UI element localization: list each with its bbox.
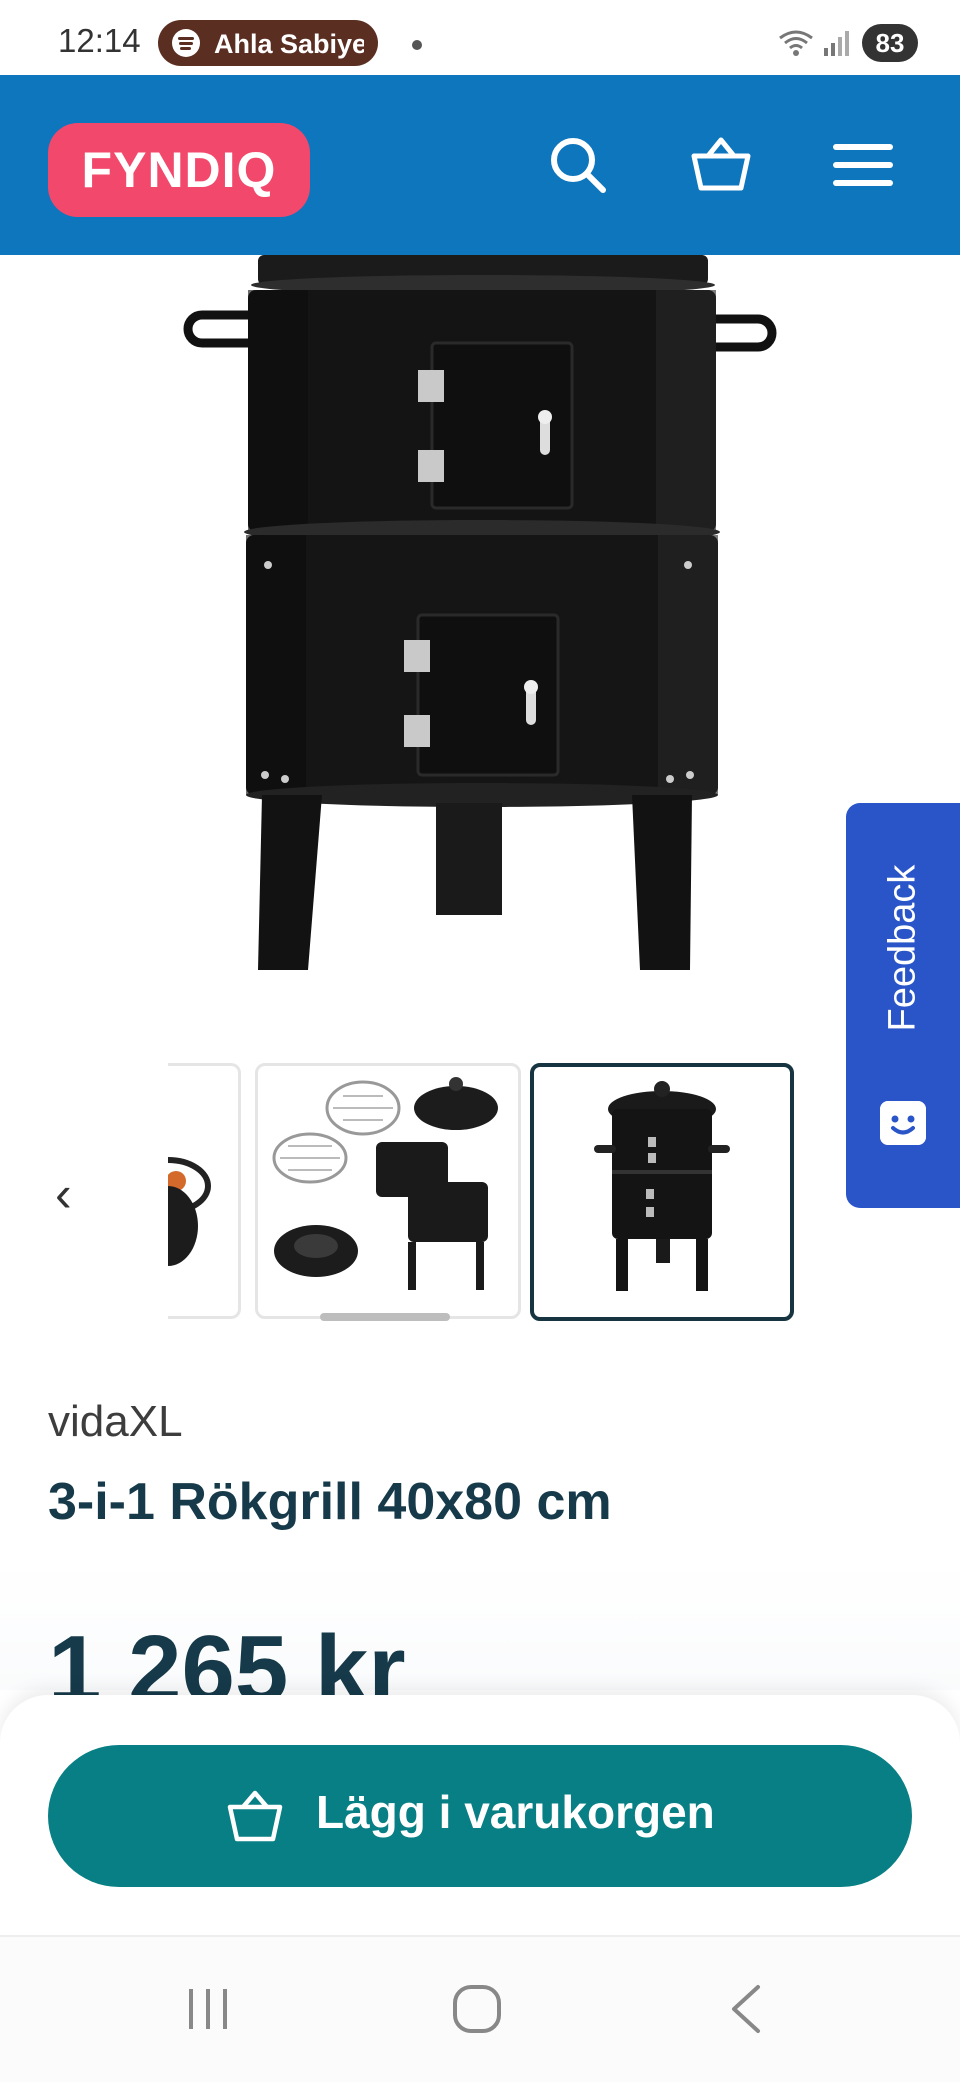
chevron-left-icon[interactable]: ‹ <box>55 1165 72 1223</box>
fyndiq-logo[interactable]: FYNDIQ <box>48 123 310 217</box>
status-time: 12:14 <box>58 22 141 59</box>
cart-icon[interactable] <box>686 130 756 200</box>
product-brand[interactable]: vidaXL <box>48 1397 183 1447</box>
thumbnail-parts-image <box>272 1077 498 1290</box>
menu-icon[interactable] <box>828 130 898 200</box>
home-icon[interactable] <box>451 1983 503 2035</box>
thumbnail-grill-closed-image <box>594 1081 730 1291</box>
signal-icon <box>824 31 849 56</box>
battery-indicator: 83 <box>862 24 918 62</box>
thumbnail-3[interactable] <box>530 1063 794 1321</box>
feedback-tab[interactable]: Feedback <box>846 803 960 1208</box>
notification-dot-icon <box>412 40 422 50</box>
recents-icon[interactable] <box>183 1983 233 2035</box>
product-main-image[interactable] <box>0 255 960 1015</box>
feedback-label: Feedback <box>881 864 924 1032</box>
wifi-icon <box>779 30 813 56</box>
thumbnail-scrollbar[interactable] <box>320 1313 450 1321</box>
thumbnail-1[interactable] <box>168 1063 241 1319</box>
add-to-cart-sheet: Lägg i varukorgen <box>0 1695 960 1935</box>
thumbnail-carousel: ‹ <box>0 1055 960 1335</box>
smiley-chat-icon <box>880 1101 926 1145</box>
site-header: FYNDIQ <box>0 75 960 255</box>
system-nav-bar <box>0 1935 960 2082</box>
now-playing-text: Ahla Sabiye <box>214 29 364 59</box>
now-playing-chip[interactable]: Ahla Sabiye <box>158 20 378 66</box>
thumbnail-grill-open-image <box>168 1157 211 1266</box>
add-to-cart-label: Lägg i varukorgen <box>316 1786 715 1838</box>
spotify-icon <box>172 29 200 57</box>
status-bar: 12:14 Ahla Sabiye 83 <box>0 0 960 75</box>
search-icon[interactable] <box>543 130 613 200</box>
product-title: 3-i-1 Rökgrill 40x80 cm <box>48 1473 612 1531</box>
smoker-grill-image <box>183 255 777 970</box>
thumbnail-2[interactable] <box>255 1063 521 1319</box>
add-to-cart-button[interactable]: Lägg i varukorgen <box>48 1745 912 1887</box>
cart-icon <box>227 1790 283 1842</box>
back-icon[interactable] <box>726 1983 766 2035</box>
